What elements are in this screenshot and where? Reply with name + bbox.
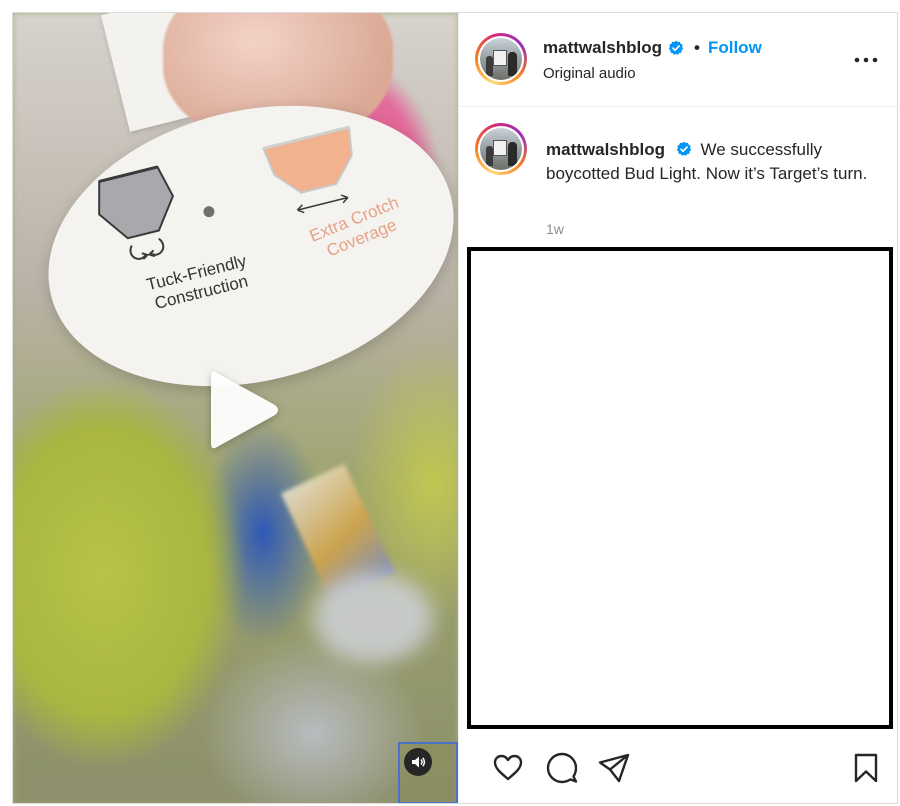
header-username-row: mattwalshblog • Follow [543, 38, 762, 58]
comments-area [467, 247, 893, 729]
speaker-icon [404, 748, 432, 776]
post-video[interactable]: Tuck-Friendly Construction Extra Crotch … [13, 13, 458, 803]
post-header: mattwalshblog • Follow Original audio [459, 13, 897, 107]
action-bar [459, 743, 897, 793]
play-icon[interactable] [203, 365, 283, 455]
bookmark-icon[interactable] [849, 751, 883, 785]
caption-text: mattwalshblog We successfully boycotted … [546, 138, 876, 186]
caption-username[interactable]: mattwalshblog [546, 140, 665, 159]
post-sidebar: mattwalshblog • Follow Original audio ma… [458, 13, 897, 803]
share-icon[interactable] [597, 751, 631, 785]
more-icon[interactable] [853, 47, 879, 73]
instagram-post: Tuck-Friendly Construction Extra Crotch … [12, 12, 898, 804]
heart-icon[interactable] [491, 751, 525, 785]
audio-toggle-button[interactable] [398, 742, 458, 803]
follow-button[interactable]: Follow [708, 38, 762, 58]
avatar[interactable] [475, 123, 527, 175]
post-timestamp[interactable]: 1w [546, 221, 564, 237]
post-caption: mattwalshblog We successfully boycotted … [459, 123, 897, 237]
avatar[interactable] [475, 33, 527, 85]
verified-badge-icon [676, 140, 692, 156]
verified-badge-icon [668, 40, 684, 56]
video-blur-detail [313, 573, 433, 663]
comment-icon[interactable] [545, 751, 579, 785]
username-link[interactable]: mattwalshblog [543, 38, 662, 58]
original-audio-link[interactable]: Original audio [543, 65, 636, 82]
separator-dot: • [694, 38, 700, 57]
